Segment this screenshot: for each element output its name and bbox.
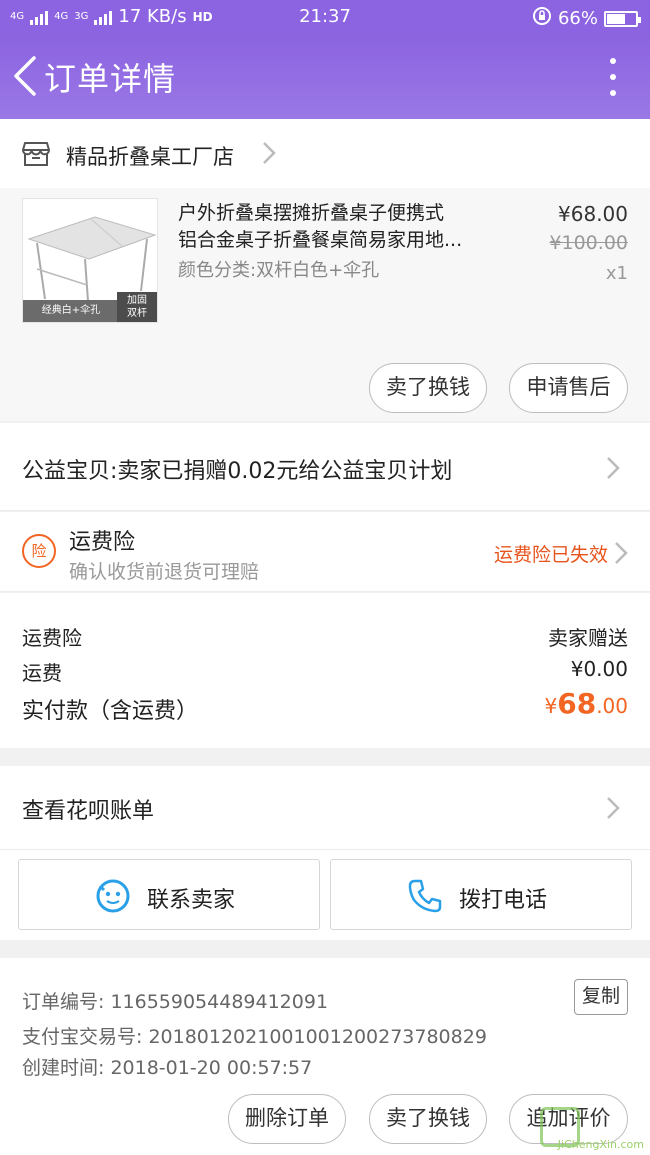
store-icon [22,141,50,171]
app-header: 订单详情 [0,34,650,119]
order-number: 订单编号: 116559054489412091 [22,991,329,1013]
fee-total-row: 实付款（含运费） ¥68.00 [22,687,628,725]
more-vertical-icon[interactable] [608,58,618,96]
chevron-right-icon [606,796,620,820]
charity-row[interactable]: 公益宝贝:卖家已捐赠0.02元给公益宝贝计划 [0,423,650,511]
insurance-status: 运费险已失效 [493,544,608,566]
huabei-bill-row[interactable]: 查看花呗账单 [0,766,650,850]
resell-button[interactable]: 卖了换钱 [369,363,487,413]
product-price: ¥68.00 [558,202,628,226]
charity-text: 公益宝贝:卖家已捐赠0.02元给公益宝贝计划 [22,459,453,484]
call-phone-button[interactable]: 拨打电话 [330,859,632,930]
chevron-right-icon [262,141,276,165]
resell-bottom-button[interactable]: 卖了换钱 [369,1094,487,1144]
rotation-lock-icon [532,6,552,31]
contact-actions: 联系卖家 拨打电话 [0,850,650,940]
product-spec: 颜色分类:双杆白色+伞孔 [178,260,380,281]
contact-seller-button[interactable]: 联系卖家 [18,859,320,930]
shop-row[interactable]: 精品折叠桌工厂店 [0,119,650,188]
phone-icon [407,878,443,918]
page-title: 订单详情 [44,60,177,98]
product-title-line2: 铝合金桌子折叠餐桌简易家用地... [178,229,463,251]
total-integer: 68 [557,687,597,720]
insurance-badge-icon: 险 [22,534,56,568]
delete-order-button[interactable]: 删除订单 [228,1094,346,1144]
chat-bubble-icon [95,878,131,918]
watermark-text: JiChengXin.com [557,1138,644,1151]
product-title-line1: 户外折叠桌摆摊折叠桌子便携式 [178,202,445,224]
fee-total-value: ¥68.00 [544,687,628,720]
status-bar: 4G 4G 3G 17 KB/s HD 21:37 66% [0,0,650,34]
fee-shipping-row: 运费 ¥0.00 [22,657,628,686]
image-tag-color: 经典白+伞孔 [23,300,119,322]
created-time: 创建时间: 2018-01-20 00:57:57 [22,1057,313,1079]
contact-seller-label: 联系卖家 [147,888,236,913]
order-info: 订单编号: 116559054489412091 复制 支付宝交易号: 2018… [0,958,650,1155]
total-decimal: .00 [596,694,628,718]
image-tag-feature-line2: 双杆 [127,308,147,319]
total-currency: ¥ [544,694,558,718]
battery-percent: 66% [557,8,598,29]
alipay-trade-number: 支付宝交易号: 2018012021001001200273780829 [22,1026,487,1048]
call-phone-label: 拨打电话 [459,888,548,913]
fee-insurance-label: 运费险 [22,626,82,650]
shipping-insurance-row[interactable]: 险 运费险 确认收货前退货可理赔 运费险已失效 [0,512,650,592]
fee-summary: 运费险 卖家赠送 运费 ¥0.00 实付款（含运费） ¥68.00 [0,593,650,748]
chevron-right-icon [606,456,620,480]
product-quantity: x1 [605,263,628,284]
order-item[interactable]: 经典白+伞孔 加固 双杆 户外折叠桌摆摊折叠桌子便携式 铝合金桌子折叠餐桌简易家… [0,188,650,421]
product-image[interactable]: 经典白+伞孔 加固 双杆 [22,198,158,323]
insurance-title: 运费险 [69,530,136,555]
image-tag-feature: 加固 双杆 [117,292,157,322]
shop-name: 精品折叠桌工厂店 [66,145,234,169]
image-tag-feature-line1: 加固 [127,295,147,306]
battery-icon [604,10,641,27]
huabei-text: 查看花呗账单 [22,799,155,824]
product-title[interactable]: 户外折叠桌摆摊折叠桌子便携式 铝合金桌子折叠餐桌简易家用地... [178,200,508,254]
back-chevron-left-icon[interactable] [12,56,38,96]
insurance-subtitle: 确认收货前退货可理赔 [69,561,260,583]
fee-shipping-label: 运费 [22,661,62,685]
copy-button[interactable]: 复制 [574,979,628,1015]
fee-shipping-value: ¥0.00 [570,657,628,681]
fee-insurance-value: 卖家赠送 [548,626,628,650]
fee-insurance-row: 运费险 卖家赠送 [22,622,628,651]
chevron-right-icon [614,541,628,565]
fee-total-label: 实付款（含运费） [22,699,199,724]
after-sale-button[interactable]: 申请售后 [509,363,628,413]
product-original-price: ¥100.00 [549,232,628,254]
